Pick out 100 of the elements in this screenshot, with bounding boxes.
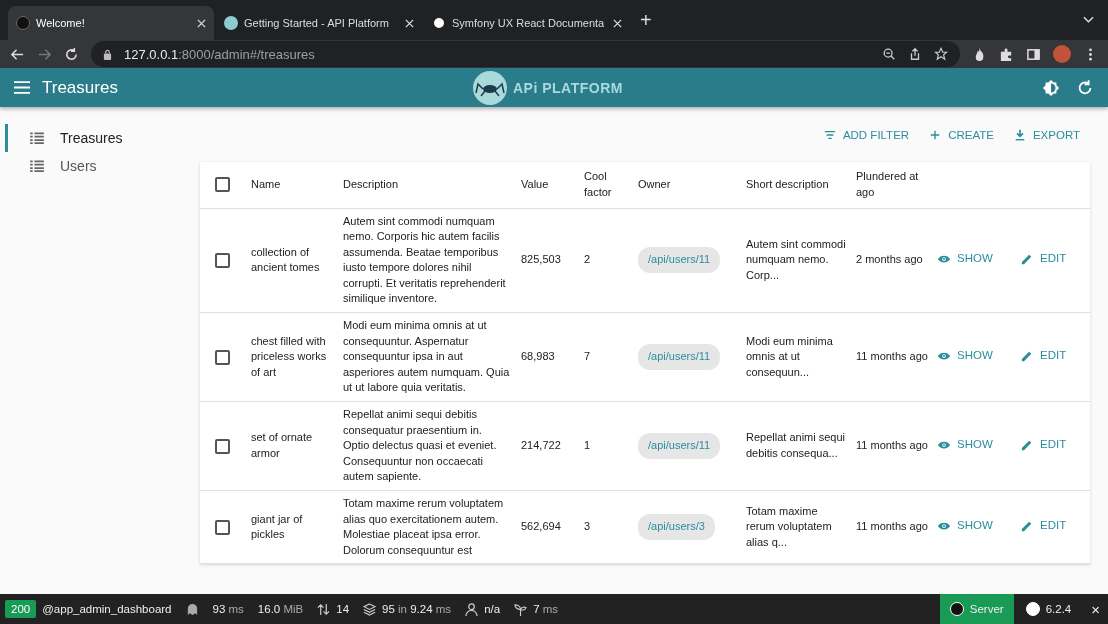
table-cell-text: 2 [584, 252, 592, 268]
column-header[interactable]: Name [251, 176, 333, 193]
sprout-icon[interactable] [514, 602, 528, 616]
route-name[interactable]: @app_admin_dashboard [42, 603, 172, 615]
show-button[interactable]: SHOW [938, 436, 993, 453]
show-button[interactable]: SHOW [938, 251, 993, 267]
avatar-icon[interactable] [1053, 45, 1071, 63]
plus-icon [929, 128, 942, 141]
user-icon[interactable] [465, 602, 479, 616]
tab-title: Symfony UX React Documenta [452, 17, 606, 29]
url-text: 127.0.0.1:8000/admin#/treasures [124, 46, 316, 62]
new-tab-button[interactable]: + [640, 8, 652, 32]
query-stats[interactable]: 95 in 9.24 ms [382, 603, 452, 615]
share-icon[interactable] [908, 47, 922, 61]
export-button[interactable]: EXPORT [1013, 128, 1080, 141]
close-icon[interactable] [613, 18, 622, 28]
user-status[interactable]: n/a [484, 603, 501, 615]
refresh-icon[interactable] [1076, 78, 1094, 97]
edit-button[interactable]: EDIT [1021, 518, 1067, 534]
table-cell-text: 3 [584, 519, 592, 535]
page-title: Treasures [42, 77, 118, 98]
select-all-checkbox[interactable] [215, 177, 230, 193]
table-cell-text: 1 [584, 438, 592, 454]
table-cell: Autem sint commodi numquam nemo. Corp... [746, 236, 846, 284]
puzzle-icon[interactable] [999, 46, 1014, 62]
table-cell-text: giant jar of pickles [251, 511, 304, 543]
spider-logo-icon [473, 71, 507, 105]
add-filter-button[interactable]: ADD FILTER [823, 128, 910, 141]
up-down-arrows-icon[interactable] [317, 602, 331, 616]
browser-tab[interactable]: Welcome! [8, 6, 214, 40]
table-cell-text: Modi eum minima omnis at ut consequun... [746, 333, 834, 380]
close-button[interactable]: × [1083, 600, 1108, 618]
tab-title: Welcome! [36, 17, 86, 29]
zoom-icon[interactable] [882, 47, 896, 61]
tab-title: Getting Started - API Platform [244, 17, 390, 29]
pencil-icon [1021, 438, 1033, 451]
browser-tab[interactable]: Getting Started - API Platform [216, 6, 422, 40]
filter-icon [823, 128, 836, 141]
row-checkbox[interactable] [215, 349, 230, 365]
table-cell-text: Totam maxime rerum voluptatem alias q... [746, 503, 833, 550]
favicon-icon [16, 16, 30, 30]
status-code-badge[interactable]: 200 [5, 600, 37, 618]
table-cell: 11 months ago [856, 438, 928, 454]
table-cell-text: Totam maxime rerum voluptatem alias quo exercitationem autem. Molestiae placeat ipsa error. Dolorum consequuntur est [343, 496, 505, 558]
sidebar-item[interactable]: Treasures [5, 124, 200, 152]
edit-button[interactable]: EDIT [1021, 436, 1067, 453]
table-cell-text: Autem sint commodi numquam nemo. Corporis hic autem facilis assumenda. Beatae temporibus iusto tempore dolores nihil corrupti. Et veritatis reprehenderit similique inventore. [343, 213, 507, 307]
layers-icon[interactable] [363, 602, 377, 616]
lock-icon [103, 48, 112, 60]
create-button[interactable]: CREATE [929, 128, 994, 141]
close-icon[interactable] [197, 18, 206, 28]
sidebar-icon[interactable] [1026, 46, 1041, 62]
row-checkbox[interactable] [215, 438, 230, 454]
browser-tab[interactable]: Symfony UX React Documenta [424, 6, 630, 40]
table-cell-text: Repellat animi sequi debitis consequa... [746, 430, 846, 461]
table-cell: 11 months ago [856, 349, 928, 365]
table-cell-text: Modi eum minima omnis at ut consequuntur. Aspernatur consequuntur ipsa in aut asperiores autem numquam. Quia ut ut labore quia veritatis. [343, 318, 511, 396]
table-cell: 11 months ago [856, 519, 928, 535]
theme-toggle-icon[interactable] [1042, 78, 1060, 97]
table-cell-text: set of ornate armor [251, 430, 314, 461]
other-time[interactable]: 7 ms [533, 603, 559, 615]
column-header[interactable]: Cool factor [584, 169, 628, 201]
row-checkbox[interactable] [215, 252, 230, 268]
memory-usage[interactable]: 16.0 MiB [257, 603, 304, 615]
chevron-down-icon[interactable] [1083, 16, 1094, 24]
table-cell-text: 68,983 [521, 349, 556, 365]
table-cell-text: 825,503 [521, 252, 562, 268]
column-header[interactable]: Plundered at ago [856, 169, 928, 201]
table-cell-text: chest filled with priceless works of art [251, 333, 328, 380]
table-cell-text: 2 months ago [856, 252, 924, 268]
sidebar-item[interactable]: Users [5, 152, 200, 180]
version-button[interactable]: 6.2.4 [1013, 602, 1084, 616]
request-time[interactable]: 93 ms [212, 603, 244, 615]
column-header[interactable]: Description [343, 176, 511, 193]
edit-button[interactable]: EDIT [1021, 251, 1067, 267]
table-cell-text: collection of ancient tomes [251, 244, 321, 276]
list-icon [30, 132, 44, 144]
menu-icon[interactable] [14, 81, 30, 94]
show-button[interactable]: SHOW [938, 347, 993, 364]
request-count[interactable]: 14 [336, 603, 350, 615]
pencil-icon [1021, 519, 1033, 532]
ghost-icon[interactable] [185, 602, 199, 616]
edit-button[interactable]: EDIT [1021, 347, 1067, 364]
download-icon [1013, 128, 1026, 141]
star-icon[interactable] [934, 47, 948, 61]
pencil-icon [1021, 349, 1033, 362]
row-checkbox[interactable] [215, 519, 230, 535]
pencil-icon [1021, 252, 1033, 265]
table-cell-text: 562,694 [521, 519, 562, 535]
column-header[interactable]: Short description [746, 176, 846, 193]
column-header[interactable]: Owner [638, 176, 736, 193]
table-cell-text: 214,722 [521, 438, 562, 454]
close-icon[interactable] [405, 18, 414, 28]
table-cell-text: 7 [584, 349, 592, 365]
column-header[interactable]: Value [521, 176, 574, 193]
table-cell-text: Repellat animi sequi debitis consequatur praesentium in. Optio delectus quasi et eveniet. Consequuntur non occaecati autem sapiente. [343, 407, 498, 485]
logo-text: APi PLATFORM [513, 80, 623, 96]
show-button[interactable]: SHOW [938, 518, 993, 534]
address-bar[interactable]: 127.0.0.1:8000/admin#/treasures [91, 41, 960, 67]
reload-icon[interactable] [64, 46, 79, 62]
